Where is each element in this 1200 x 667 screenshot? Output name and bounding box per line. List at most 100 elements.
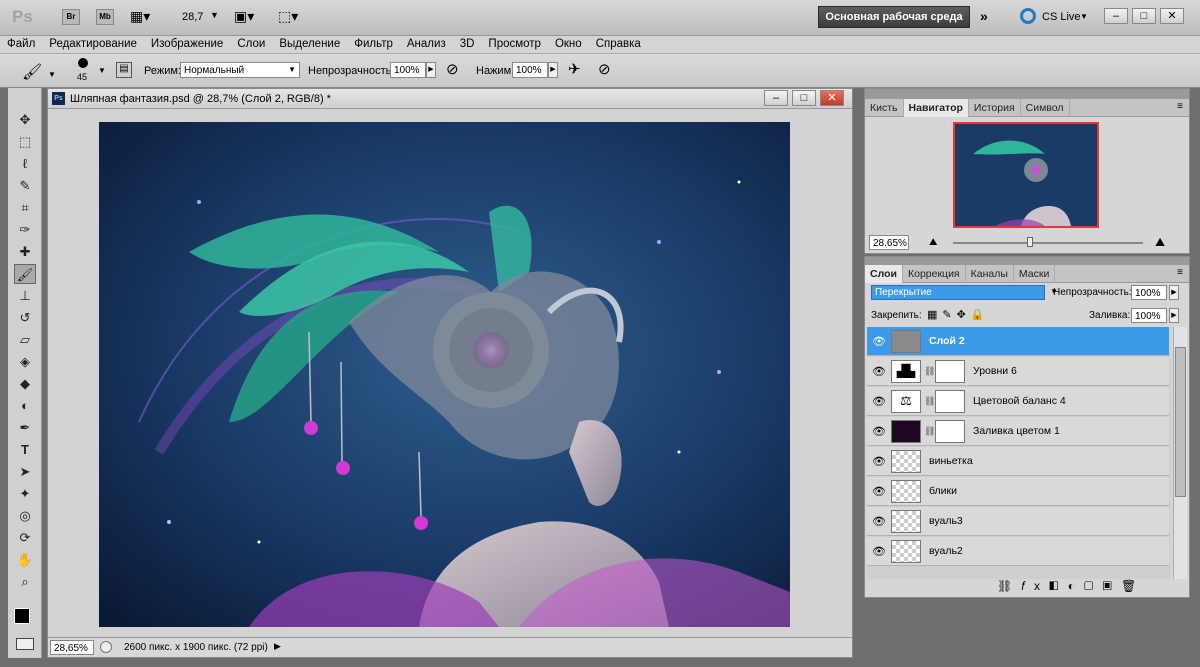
menu-filter[interactable]: Фильтр — [347, 36, 400, 50]
status-menu-arrow-icon[interactable]: ▶ — [274, 641, 281, 652]
visibility-eye-icon[interactable]: 👁 — [871, 515, 887, 528]
layer-row[interactable]: 👁 блики — [867, 477, 1169, 506]
marquee-tool-icon[interactable]: ⬚ — [14, 132, 36, 152]
layer-opacity-arrow-icon[interactable]: ▶ — [1169, 285, 1179, 300]
visibility-eye-icon[interactable]: 👁 — [871, 395, 887, 408]
brush-panel-icon[interactable]: ▤ — [116, 62, 132, 78]
tab-brush[interactable]: Кисть — [865, 99, 904, 117]
quick-select-tool-icon[interactable]: ✎ — [14, 176, 36, 196]
zoom-level[interactable]: 28,7 — [182, 11, 203, 23]
paint-bucket-tool-icon[interactable]: ◈ — [14, 352, 36, 372]
visibility-eye-icon[interactable]: 👁 — [871, 365, 887, 378]
menu-3d[interactable]: 3D — [453, 36, 482, 50]
lasso-tool-icon[interactable]: ℓ — [14, 154, 36, 174]
doc-close-button[interactable]: ✕ — [820, 90, 844, 106]
layer-row[interactable]: 👁 ▟▙ ⛓ Уровни 6 — [867, 357, 1169, 386]
screen-mode-icon[interactable]: ⬚▾ — [278, 8, 298, 25]
doc-maximize-button[interactable]: □ — [792, 90, 816, 106]
layer-row[interactable]: 👁 ⛓ Заливка цветом 1 — [867, 417, 1169, 446]
status-info-icon[interactable] — [100, 641, 112, 653]
opacity-slider-arrow-icon[interactable]: ▶ — [426, 62, 436, 78]
tab-channels[interactable]: Каналы — [966, 265, 1014, 283]
tab-layers[interactable]: Слои — [865, 265, 903, 283]
tab-masks[interactable]: Маски — [1014, 265, 1056, 283]
tablet-size-icon[interactable]: ⊘ — [598, 60, 611, 78]
visibility-eye-icon[interactable]: 👁 — [871, 455, 887, 468]
menu-analysis[interactable]: Анализ — [400, 36, 453, 50]
navigator-zoom-thumb[interactable] — [1027, 237, 1033, 247]
crop-tool-icon[interactable]: ⌗ — [14, 198, 36, 218]
visibility-eye-icon[interactable]: 👁 — [871, 545, 887, 558]
menu-help[interactable]: Справка — [589, 36, 648, 50]
layer-row[interactable]: 👁 вуаль3 — [867, 507, 1169, 536]
opacity-input[interactable]: 100% — [390, 62, 426, 78]
hand-tool-icon[interactable]: ✋ — [14, 550, 36, 570]
menu-file[interactable]: Файл — [0, 36, 42, 50]
maximize-button[interactable]: □ — [1132, 8, 1156, 24]
3d-rotate-tool-icon[interactable]: ◎ — [14, 506, 36, 526]
brush-tool-icon[interactable]: 🖌 — [14, 264, 36, 284]
eyedropper-tool-icon[interactable]: ✑ — [14, 220, 36, 240]
layer-row[interactable]: 👁 виньетка — [867, 447, 1169, 476]
zoom-tool-icon[interactable]: ⌕ — [14, 572, 36, 592]
menu-edit[interactable]: Редактирование — [42, 36, 144, 50]
stamp-tool-icon[interactable]: ⊥ — [14, 286, 36, 306]
flow-input[interactable]: 100% — [512, 62, 548, 78]
layers-scrollbar[interactable] — [1173, 327, 1187, 579]
close-button[interactable]: ✕ — [1160, 8, 1184, 24]
dodge-tool-icon[interactable]: ◐ — [14, 396, 36, 416]
menu-window[interactable]: Окно — [548, 36, 589, 50]
airbrush-icon[interactable]: ✈ — [568, 60, 581, 78]
brush-size-dropdown-icon[interactable]: ▼ — [98, 66, 106, 75]
tab-character[interactable]: Символ — [1021, 99, 1070, 117]
minimize-button[interactable]: – — [1104, 8, 1128, 24]
fill-arrow-icon[interactable]: ▶ — [1169, 308, 1179, 323]
move-tool-icon[interactable]: ✥ — [14, 110, 36, 130]
fill-input[interactable]: 100% — [1131, 308, 1167, 323]
preset-dropdown-icon[interactable]: ▼ — [48, 70, 56, 79]
more-workspaces-icon[interactable]: » — [980, 8, 988, 24]
tablet-opacity-icon[interactable]: ⊘ — [446, 60, 459, 78]
flow-slider-arrow-icon[interactable]: ▶ — [548, 62, 558, 78]
visibility-eye-icon[interactable]: 👁 — [871, 485, 887, 498]
workspace-button[interactable]: Основная рабочая среда — [818, 6, 970, 28]
layer-opacity-input[interactable]: 100% — [1131, 285, 1167, 300]
blend-mode-select[interactable]: Перекрытие ▼ — [871, 285, 1058, 300]
view-extras-icon[interactable]: ▦▾ — [130, 8, 150, 25]
mode-select[interactable]: Нормальный ▼ — [180, 62, 300, 78]
zoom-out-icon[interactable]: ⛰ — [929, 237, 937, 248]
doc-minimize-button[interactable]: – — [764, 90, 788, 106]
lock-icons[interactable]: ▦✎✥🔒 — [927, 308, 990, 321]
visibility-eye-icon[interactable]: 👁 — [871, 425, 887, 438]
menu-select[interactable]: Выделение — [272, 36, 347, 50]
menu-layer[interactable]: Слои — [230, 36, 272, 50]
healing-tool-icon[interactable]: ✚ — [14, 242, 36, 262]
layer-row[interactable]: 👁 ⚖ ⛓ Цветовой баланс 4 — [867, 387, 1169, 416]
layers-menu-icon[interactable]: ≡ — [1177, 267, 1183, 278]
brush-tool-preset-icon[interactable]: 🖌 — [22, 62, 42, 82]
bridge-button[interactable]: Br — [62, 9, 80, 25]
shape-tool-icon[interactable]: ✦ — [14, 484, 36, 504]
visibility-eye-icon[interactable]: 👁 — [871, 335, 887, 348]
navigator-zoom-input[interactable]: 28.65% — [869, 235, 909, 250]
minibridge-button[interactable]: Mb — [96, 9, 114, 25]
quick-mask-icon[interactable] — [16, 638, 34, 650]
navigator-menu-icon[interactable]: ≡ — [1177, 101, 1183, 112]
arrange-documents-icon[interactable]: ▣▾ — [234, 8, 254, 25]
layer-row[interactable]: 👁 вуаль2 — [867, 537, 1169, 566]
blur-tool-icon[interactable]: ◆ — [14, 374, 36, 394]
3d-orbit-tool-icon[interactable]: ⟳ — [14, 528, 36, 548]
navigator-zoom-slider[interactable] — [953, 242, 1143, 244]
type-tool-icon[interactable]: T — [14, 440, 36, 460]
layers-scrollbar-thumb[interactable] — [1175, 347, 1186, 497]
cslive-button[interactable]: CS Live — [1042, 11, 1081, 23]
path-select-tool-icon[interactable]: ➤ — [14, 462, 36, 482]
zoom-input[interactable]: 28,65% — [50, 640, 94, 655]
cslive-dropdown-icon[interactable]: ▼ — [1080, 12, 1088, 21]
menu-view[interactable]: Просмотр — [481, 36, 548, 50]
history-brush-tool-icon[interactable]: ↺ — [14, 308, 36, 328]
eraser-tool-icon[interactable]: ▱ — [14, 330, 36, 350]
tab-navigator[interactable]: Навигатор — [903, 99, 969, 117]
zoom-in-icon[interactable]: ⛰ — [1155, 235, 1165, 250]
pen-tool-icon[interactable]: ✒ — [14, 418, 36, 438]
